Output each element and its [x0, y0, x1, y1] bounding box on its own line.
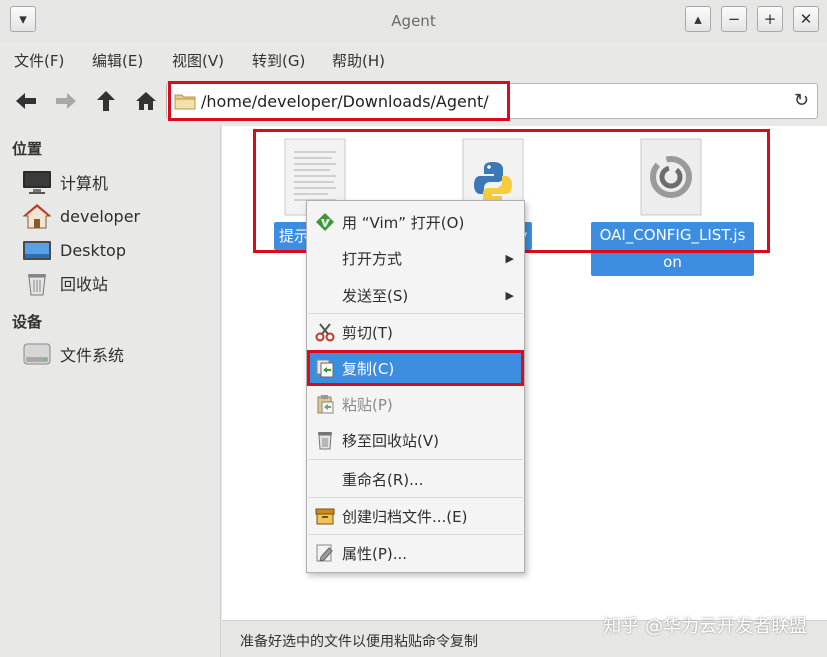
menu-separator	[308, 534, 523, 535]
sidebar-item-label: Desktop	[60, 240, 126, 260]
context-menu: 用 “Vim” 打开(O) 打开方式 ▶ 发送至(S) ▶ 剪切(T) 复制(C…	[306, 200, 525, 573]
properties-icon	[316, 544, 333, 562]
menu-cut[interactable]: 剪切(T)	[307, 317, 524, 347]
plus-icon: +	[763, 10, 777, 28]
harddisk-icon	[22, 341, 52, 367]
trash-icon	[22, 270, 52, 296]
scissors-icon	[315, 323, 335, 342]
arrow-up-icon	[97, 91, 115, 111]
sidebar: 位置 计算机 developer Desktop 回收站 设备 文件系统	[0, 126, 221, 657]
computer-icon	[22, 169, 52, 195]
menu-file[interactable]: 文件(F)	[14, 50, 64, 71]
sidebar-item-developer[interactable]: developer	[22, 203, 140, 229]
sidebar-item-computer[interactable]: 计算机	[22, 169, 108, 195]
status-text: 准备好选中的文件以便用粘贴命令复制	[240, 634, 478, 650]
submenu-arrow-icon: ▶	[505, 251, 514, 265]
menu-create-archive[interactable]: 创建归档文件...(E)	[307, 501, 524, 531]
menu-paste[interactable]: 粘贴(P)	[307, 389, 524, 419]
vim-icon	[316, 213, 334, 231]
minimize-button[interactable]: −	[721, 6, 747, 32]
back-button[interactable]	[12, 89, 40, 113]
trash-icon	[318, 432, 332, 450]
sidebar-item-label: developer	[60, 206, 141, 226]
submenu-arrow-icon: ▶	[505, 288, 514, 302]
menu-open-with[interactable]: 打开方式 ▶	[307, 243, 524, 273]
menu-separator	[308, 313, 523, 314]
menu-properties[interactable]: 属性(P)...	[307, 538, 524, 568]
maximize-button[interactable]: +	[757, 6, 783, 32]
sidebar-item-trash[interactable]: 回收站	[22, 270, 108, 296]
arrow-left-icon	[16, 93, 36, 109]
home-folder-icon	[22, 203, 52, 229]
close-button[interactable]: ✕	[793, 6, 819, 32]
highlight-box-copy	[307, 350, 524, 386]
up-button[interactable]	[92, 89, 120, 113]
archive-icon	[315, 508, 335, 525]
close-icon: ✕	[799, 10, 813, 28]
desktop-icon	[22, 237, 52, 263]
menu-bar: 文件(F) 编辑(E) 视图(V) 转到(G) 帮助(H)	[0, 42, 827, 76]
highlight-box-path	[168, 81, 510, 121]
menu-send-to[interactable]: 发送至(S) ▶	[307, 280, 524, 310]
watermark: 知乎 @华为云开发者联盟	[603, 616, 807, 637]
sidebar-item-desktop[interactable]: Desktop	[22, 237, 126, 263]
title-bar: ▾ Agent ▴ − + ✕	[0, 0, 827, 42]
file-label-json-line2: on	[663, 253, 682, 271]
maximize-up-button[interactable]: ▴	[685, 6, 711, 32]
home-button[interactable]	[132, 89, 160, 113]
menu-help[interactable]: 帮助(H)	[332, 50, 385, 71]
chevron-up-icon: ▴	[694, 10, 702, 28]
menu-move-to-trash[interactable]: 移至回收站(V)	[307, 425, 524, 455]
refresh-icon[interactable]: ↻	[794, 90, 809, 111]
menu-edit[interactable]: 编辑(E)	[92, 50, 143, 71]
paste-icon	[317, 395, 334, 414]
menu-view[interactable]: 视图(V)	[172, 50, 224, 71]
sidebar-item-filesystem[interactable]: 文件系统	[22, 341, 124, 367]
forward-button[interactable]	[52, 89, 80, 113]
menu-open-with-vim[interactable]: 用 “Vim” 打开(O)	[307, 207, 524, 237]
menu-go[interactable]: 转到(G)	[252, 50, 305, 71]
arrow-right-icon	[56, 93, 76, 109]
sidebar-item-label: 计算机	[60, 174, 109, 193]
minus-icon: −	[727, 10, 741, 28]
devices-header: 设备	[12, 313, 43, 331]
menu-rename[interactable]: 重命名(R)...	[307, 464, 524, 494]
places-header: 位置	[12, 140, 43, 158]
home-icon	[136, 92, 156, 110]
menu-separator	[308, 497, 523, 498]
sidebar-item-label: 回收站	[60, 275, 109, 294]
sidebar-item-label: 文件系统	[60, 346, 125, 365]
menu-separator	[308, 459, 523, 460]
